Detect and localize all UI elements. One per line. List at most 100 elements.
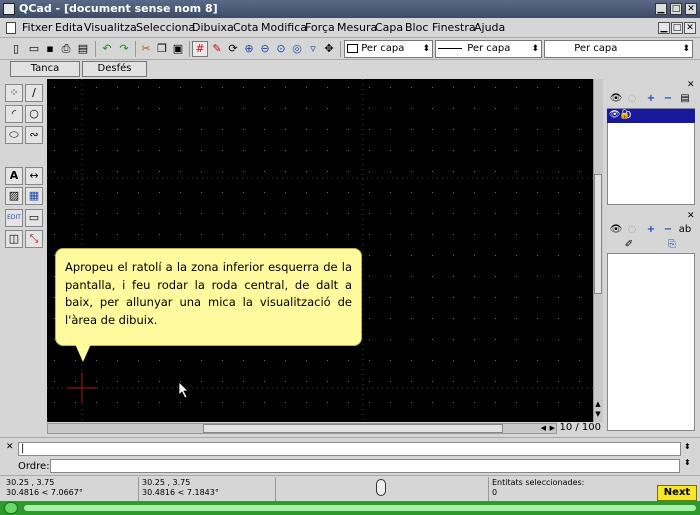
draft-mode-icon[interactable]: ✎: [209, 41, 225, 57]
menu-selecciona[interactable]: Selecciona: [136, 21, 195, 34]
redraw-icon[interactable]: ⟳: [225, 41, 241, 57]
color-select-value: Per capa: [361, 43, 405, 54]
history-scroll-icon[interactable]: ⬍: [684, 442, 691, 451]
image-tool-icon[interactable]: ▦: [25, 187, 43, 205]
menu-edita[interactable]: Edita: [55, 21, 83, 34]
add-layer-icon[interactable]: +: [644, 92, 658, 106]
scroll-left-icon[interactable]: ◀: [541, 424, 546, 432]
scroll-up-icon[interactable]: ▲: [594, 400, 602, 410]
menu-forca[interactable]: Força: [305, 21, 335, 34]
mdi-restore-button[interactable]: □: [671, 22, 683, 34]
vertical-scroll-thumb[interactable]: [594, 174, 602, 294]
hide-all-blocks-icon[interactable]: ◌: [625, 223, 639, 237]
maximize-button[interactable]: □: [670, 3, 682, 15]
relative-coordinates: 30.25 , 3.75 30.4816 < 7.1843°: [142, 478, 219, 498]
menu-mesura[interactable]: Mesura: [337, 21, 377, 34]
play-icon[interactable]: [4, 502, 18, 514]
paste-icon[interactable]: ▣: [170, 41, 186, 57]
menu-dibuixa[interactable]: Dibuixa: [192, 21, 234, 34]
text-tool-icon[interactable]: A: [5, 167, 23, 185]
minimize-button[interactable]: ▁: [655, 3, 667, 15]
menu-finestra[interactable]: Finestra: [432, 21, 476, 34]
show-all-layers-icon[interactable]: 👁: [609, 92, 623, 106]
circle-tool-icon[interactable]: ○: [25, 105, 43, 123]
progress-track: [24, 505, 696, 511]
new-file-icon[interactable]: ▯: [8, 41, 24, 57]
tutorial-tooltip: Apropeu el ratolí a la zona inferior esq…: [55, 248, 362, 346]
menu-cota[interactable]: Cota: [233, 21, 258, 34]
zoom-pan-icon[interactable]: ✥: [321, 41, 337, 57]
dimension-tool-icon[interactable]: ↔: [25, 167, 43, 185]
line-tool-icon[interactable]: ∕: [25, 84, 43, 102]
zoom-out-icon[interactable]: ⊖: [257, 41, 273, 57]
insert-block-icon[interactable]: ⎘: [665, 238, 679, 252]
show-all-blocks-icon[interactable]: 👁: [609, 223, 623, 237]
line-width-select[interactable]: Per capa ⬍: [435, 40, 542, 58]
menu-ajuda[interactable]: Ajuda: [474, 21, 505, 34]
save-icon[interactable]: ▪: [42, 41, 58, 57]
menu-visualitza[interactable]: Visualitza: [84, 21, 137, 34]
undo-icon[interactable]: ↶: [99, 41, 115, 57]
spline-tool-icon[interactable]: ∾: [25, 126, 43, 144]
close-layer-panel-icon[interactable]: ✕: [687, 80, 695, 90]
grid-toggle-icon[interactable]: #: [192, 41, 208, 57]
close-window-button[interactable]: ✕: [685, 3, 697, 15]
zoom-previous-icon[interactable]: ◎: [289, 41, 305, 57]
scroll-right-icon[interactable]: ▶: [550, 424, 555, 432]
remove-block-icon[interactable]: −: [661, 223, 675, 237]
vertical-scrollbar[interactable]: ▲ ▼: [593, 79, 603, 422]
block-tool-icon[interactable]: ◫: [5, 230, 23, 248]
next-button[interactable]: Next: [657, 485, 697, 501]
command-input[interactable]: [50, 459, 680, 473]
ellipse-tool-icon[interactable]: ⬭: [5, 126, 23, 144]
close-action-button[interactable]: Tanca: [10, 61, 80, 77]
color-select[interactable]: Per capa ⬍: [344, 40, 433, 58]
block-list[interactable]: [607, 253, 695, 431]
scroll-down-icon[interactable]: ▼: [594, 410, 602, 420]
cut-icon[interactable]: ✂: [138, 41, 154, 57]
zoom-window-icon[interactable]: ▿: [305, 41, 321, 57]
hatch-tool-icon[interactable]: ▨: [5, 187, 23, 205]
status-divider: [488, 477, 489, 501]
rename-block-icon[interactable]: ab: [678, 223, 692, 237]
mdi-minimize-button[interactable]: ▁: [658, 22, 670, 34]
print-icon[interactable]: ⎙: [58, 41, 74, 57]
arc-tool-icon[interactable]: ◜: [5, 105, 23, 123]
mdi-close-button[interactable]: ✕: [684, 22, 696, 34]
input-scroll-icon[interactable]: ⬍: [684, 458, 691, 467]
menu-capa[interactable]: Capa: [375, 21, 403, 34]
line-type-select[interactable]: Per capa ⬍: [544, 40, 693, 58]
selected-entities-count: 0: [492, 488, 498, 497]
dropdown-arrow-icon: ⬍: [682, 44, 690, 54]
zoom-auto-icon[interactable]: ⊙: [273, 41, 289, 57]
menu-bloc[interactable]: Bloc: [405, 21, 428, 34]
undo-action-button[interactable]: Desfés: [82, 61, 147, 77]
horizontal-scroll-thumb[interactable]: [203, 424, 503, 433]
close-command-panel-icon[interactable]: ✕: [6, 442, 14, 452]
relative-cartesian: 30.25 , 3.75: [142, 478, 191, 487]
open-file-icon[interactable]: ▭: [26, 41, 42, 57]
redo-icon[interactable]: ↷: [116, 41, 132, 57]
menu-modifica[interactable]: Modifica: [261, 21, 307, 34]
command-prompt-label: Ordre:: [18, 461, 50, 472]
remove-layer-icon[interactable]: −: [661, 92, 675, 106]
add-block-icon[interactable]: +: [644, 223, 658, 237]
app-icon: [3, 3, 15, 15]
points-tool-icon[interactable]: ⁘: [5, 84, 23, 102]
copy-icon[interactable]: ❐: [154, 41, 170, 57]
close-block-panel-icon[interactable]: ✕: [687, 211, 695, 221]
hide-all-layers-icon[interactable]: ◌: [625, 92, 639, 106]
cad-action-toolbar: Tanca Desfés: [0, 60, 700, 78]
select-tool-icon[interactable]: ⤡: [25, 230, 43, 248]
zoom-in-icon[interactable]: ⊕: [241, 41, 257, 57]
snap-tool-icon[interactable]: ▭: [25, 209, 43, 227]
edit-layer-icon[interactable]: ▤: [678, 92, 692, 106]
dropdown-arrow-icon: ⬍: [422, 44, 430, 54]
print-preview-icon[interactable]: ▤: [75, 41, 91, 57]
modify-tool-icon[interactable]: EDIT: [5, 209, 23, 227]
menu-fitxer[interactable]: Fitxer: [22, 21, 52, 34]
edit-block-icon[interactable]: ✐: [622, 238, 636, 252]
line-type-select-value: Per capa: [574, 43, 618, 54]
horizontal-scrollbar[interactable]: ◀ ▶: [47, 423, 557, 434]
layer-lock-icon[interactable]: 🔓: [619, 110, 630, 120]
